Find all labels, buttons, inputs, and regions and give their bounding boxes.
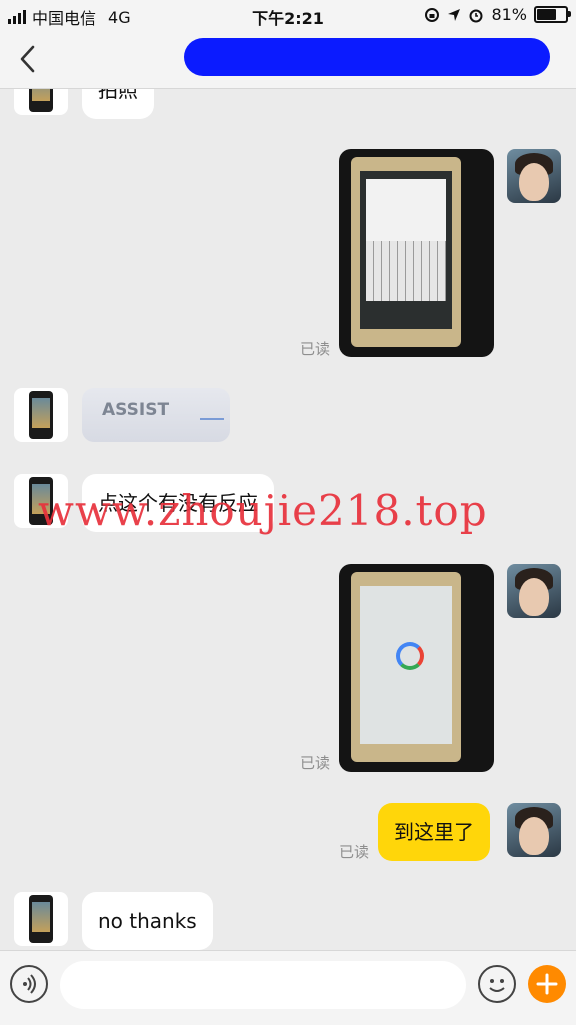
contact-avatar[interactable] xyxy=(14,388,68,442)
my-avatar[interactable] xyxy=(507,564,561,618)
read-status: 已读 xyxy=(300,754,331,772)
nav-bar xyxy=(0,30,576,89)
read-status: 已读 xyxy=(300,340,331,358)
watermark-text: www.zhoujie218.top xyxy=(38,486,488,535)
plus-icon xyxy=(536,973,558,995)
emoji-icon[interactable] xyxy=(478,965,516,1003)
image-message[interactable]: ASSIST xyxy=(82,388,230,442)
message-bubble[interactable]: 拍照 xyxy=(82,89,154,119)
message-input[interactable] xyxy=(60,961,466,1009)
image-message[interactable] xyxy=(339,149,494,357)
voice-icon[interactable] xyxy=(10,965,48,1003)
status-bar: 中国电信 4G 下午2:21 81% xyxy=(0,0,576,30)
alarm-icon xyxy=(469,9,483,22)
contact-avatar[interactable] xyxy=(14,892,68,946)
read-status: 已读 xyxy=(339,843,370,861)
assist-image-text: ASSIST xyxy=(102,400,170,420)
redacted-contact-name xyxy=(184,38,550,76)
battery-icon xyxy=(534,6,571,23)
status-right: 81% xyxy=(424,5,571,24)
message-bubble[interactable]: 到这里了 xyxy=(378,803,490,861)
my-avatar[interactable] xyxy=(507,803,561,857)
image-message[interactable] xyxy=(339,564,494,772)
back-arrow-icon[interactable] xyxy=(14,44,44,74)
battery-fill xyxy=(537,9,557,20)
plus-button[interactable] xyxy=(528,965,566,1003)
my-avatar[interactable] xyxy=(507,149,561,203)
location-icon xyxy=(448,8,461,21)
contact-avatar[interactable] xyxy=(14,89,68,115)
battery-label: 81% xyxy=(491,5,527,24)
message-bubble[interactable]: no thanks xyxy=(82,892,213,950)
input-bar xyxy=(0,950,576,1025)
rotation-lock-icon xyxy=(425,7,440,22)
